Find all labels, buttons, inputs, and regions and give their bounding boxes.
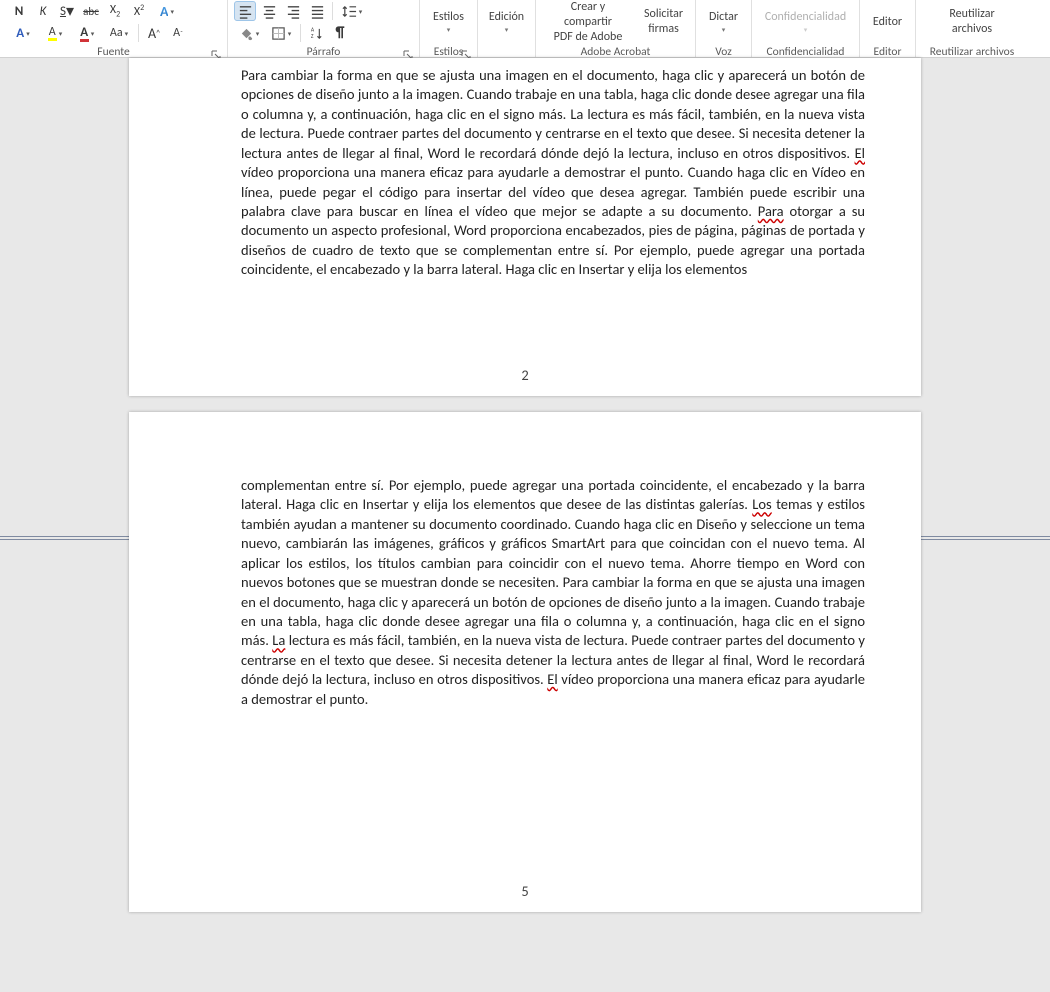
group-label: Voz — [715, 45, 732, 59]
group-label: Reutilizar archivos — [930, 45, 1015, 59]
editor-button[interactable]: Editor — [865, 1, 910, 43]
shrink-font-button[interactable]: Aˇ — [167, 23, 189, 43]
proofing-error[interactable]: El — [547, 670, 557, 688]
show-paragraph-marks-button[interactable]: ¶ — [329, 23, 351, 43]
svg-text:Z: Z — [310, 33, 313, 40]
font-outline-button[interactable]: A▾ — [8, 23, 38, 43]
group-label: Párrafo — [307, 45, 341, 59]
reutilizar-archivos-button[interactable]: Reutilizar archivos — [941, 1, 1002, 43]
underline-button[interactable]: S▾ — [56, 1, 78, 21]
grow-font-button[interactable]: A^ — [143, 23, 165, 43]
superscript-button[interactable]: X2 — [128, 1, 150, 21]
align-justify-button[interactable] — [306, 1, 328, 21]
edicion-button[interactable]: Edición ▾ — [481, 1, 532, 43]
group-edicion: Edición ▾ — [478, 0, 536, 57]
font-color-button[interactable]: A ▾ — [72, 23, 102, 43]
group-label: Editor — [874, 45, 902, 59]
align-center-button[interactable] — [258, 1, 280, 21]
group-label: Adobe Acrobat — [581, 45, 651, 59]
borders-button[interactable]: ▾ — [266, 23, 296, 43]
shading-button[interactable]: ▾ — [234, 23, 264, 43]
confidencialidad-button: Confidencialidad ▾ — [757, 1, 854, 43]
solicitar-firmas-button[interactable]: Solicitar firmas — [636, 1, 691, 43]
ribbon: N K S▾ abc X2 X2 A▾ A▾ A ▾ — [0, 0, 1050, 58]
page-number: 5 — [129, 882, 921, 900]
proofing-error[interactable]: Los — [752, 495, 771, 513]
group-estilos: Estilos ▾ Estilos — [420, 0, 478, 57]
crear-pdf-button[interactable]: Crear y compartir PDF de Adobe — [540, 1, 636, 43]
highlight-color-button[interactable]: A ▾ — [40, 23, 70, 43]
italic-button[interactable]: K — [32, 1, 54, 21]
page-number: 2 — [129, 366, 921, 384]
sort-button[interactable]: AZ — [305, 23, 327, 43]
group-reutilizar: Reutilizar archivos Reutilizar archivos — [916, 0, 1028, 57]
group-editor: Editor Editor — [860, 0, 916, 57]
proofing-error[interactable]: La — [272, 631, 285, 649]
strikethrough-button[interactable]: abc — [80, 1, 102, 21]
proofing-error[interactable]: Para — [758, 202, 784, 220]
group-fuente: N K S▾ abc X2 X2 A▾ A▾ A ▾ — [0, 0, 228, 57]
bold-button[interactable]: N — [8, 1, 30, 21]
group-confidencialidad: Confidencialidad ▾ Confidencialidad — [752, 0, 860, 57]
proofing-error[interactable]: El — [855, 144, 865, 162]
page-body-text[interactable]: Para cambiar la forma en que se ajusta u… — [129, 58, 921, 280]
group-label: Estilos — [434, 45, 464, 59]
page-2: Para cambiar la forma en que se ajusta u… — [129, 58, 921, 396]
change-case-button[interactable]: Aa▾ — [104, 23, 134, 43]
group-label: Fuente — [97, 45, 129, 59]
align-left-button[interactable] — [234, 1, 256, 21]
page-body-text[interactable]: complementan entre sí. Por ejemplo, pued… — [129, 412, 921, 709]
group-label: Confidencialidad — [767, 45, 845, 59]
line-spacing-button[interactable]: ▾ — [337, 1, 367, 21]
group-voz: Dictar ▾ Voz — [696, 0, 752, 57]
estilos-button[interactable]: Estilos ▾ — [425, 1, 472, 43]
subscript-button[interactable]: X2 — [104, 1, 126, 21]
group-parrafo: ▾ ▾ ▾ AZ ¶ Párrafo — [228, 0, 420, 57]
text-effects-button[interactable]: A▾ — [152, 1, 182, 21]
document-area[interactable]: Para cambiar la forma en que se ajusta u… — [0, 58, 1050, 992]
group-adobe-acrobat: Crear y compartir PDF de Adobe Solicitar… — [536, 0, 696, 57]
dictar-button[interactable]: Dictar ▾ — [701, 1, 746, 43]
align-right-button[interactable] — [282, 1, 304, 21]
page-5: complementan entre sí. Por ejemplo, pued… — [129, 412, 921, 912]
